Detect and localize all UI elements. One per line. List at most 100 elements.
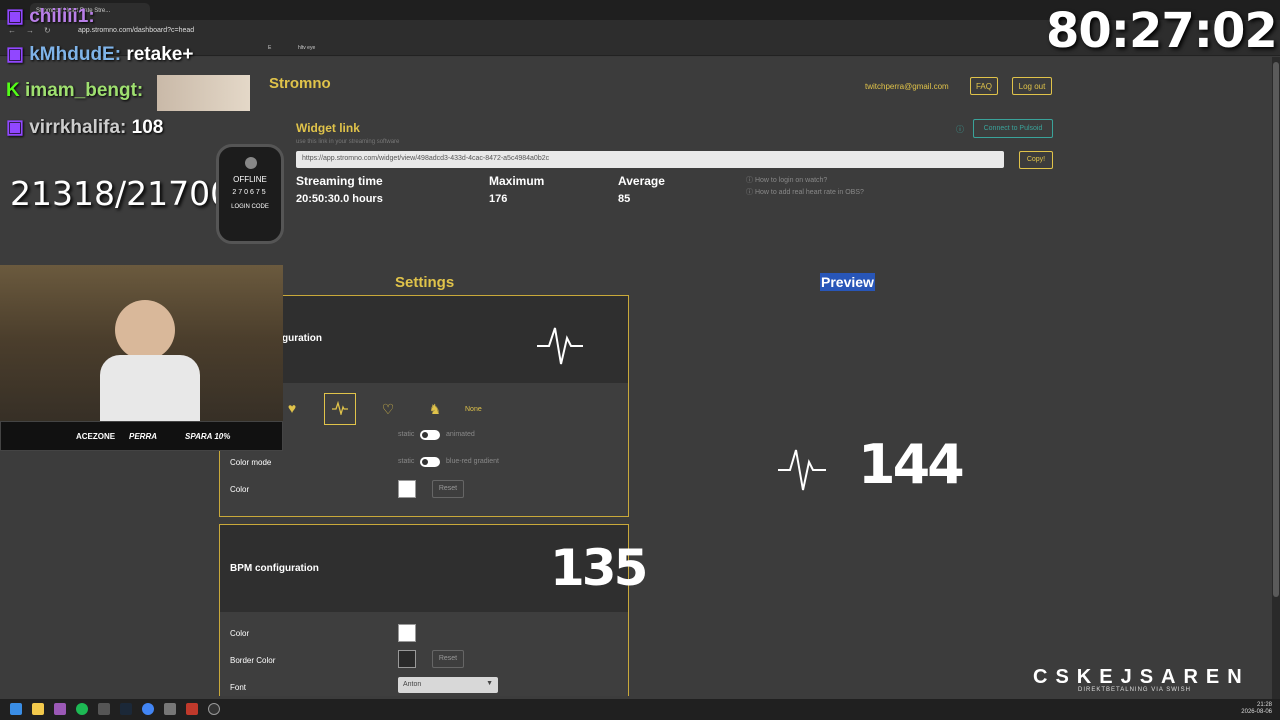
card-title: BPM configuration: [230, 563, 319, 574]
color-mode-label: Color mode: [230, 458, 272, 467]
kick-icon: K: [6, 80, 20, 101]
watch-widget: OFFLINE 270675 LOGIN CODE: [216, 144, 284, 244]
preview-heading: Preview: [820, 273, 875, 291]
streamer-name: PERRA: [129, 432, 158, 441]
watch-status: OFFLINE: [233, 175, 267, 184]
chat-text: 108: [131, 117, 164, 138]
border-color-label: Border Color: [230, 656, 276, 665]
toggle-left-label: static: [398, 458, 415, 465]
animation-toggle[interactable]: [420, 430, 440, 440]
bpm-sample-number: 135: [550, 539, 648, 597]
color-label: Color: [230, 629, 250, 638]
bookmark-item[interactable]: E: [268, 45, 271, 51]
windows-start-icon[interactable]: [10, 703, 22, 715]
average-value: 85: [618, 193, 631, 205]
preview-bpm: 144: [858, 433, 965, 496]
webcam-sponsor-bar: ACEZONE PERRA SPARA 10%: [0, 421, 283, 451]
color-mode-toggle[interactable]: [420, 457, 440, 467]
sponsor-subtitle: DIREKTBETALNING VIA SWISH: [1078, 687, 1191, 693]
chrome-icon[interactable]: [142, 703, 154, 715]
steam-icon[interactable]: [120, 703, 132, 715]
widget-link-subtitle: use this link in your streaming software: [296, 139, 400, 145]
color-swatch[interactable]: [398, 624, 416, 642]
streamer-body: [100, 355, 200, 425]
chat-image: [157, 75, 250, 111]
help-link-obs[interactable]: ⓘ How to add real heart rate in OBS?: [746, 187, 864, 197]
reset-button[interactable]: Reset: [432, 650, 464, 668]
maximum-value: 176: [489, 193, 508, 205]
preview-pulse-icon: [778, 449, 826, 491]
watch-label: LOGIN CODE: [231, 204, 269, 210]
chat-username: chiliii1:: [29, 6, 95, 27]
streaming-time-value: 20:50:30.0 hours: [296, 193, 383, 205]
chat-message: ▣ chiliii1:: [6, 5, 95, 28]
maximum-label: Maximum: [489, 174, 545, 188]
spotify-icon[interactable]: [76, 703, 88, 715]
average-label: Average: [618, 174, 665, 188]
chat-text: retake+: [126, 44, 194, 65]
color-swatch[interactable]: [398, 480, 416, 498]
toggle-right-label: animated: [446, 431, 475, 438]
medal-icon[interactable]: ♞: [425, 401, 445, 418]
font-select-value: Anton: [403, 681, 422, 688]
app-icon[interactable]: [164, 703, 176, 715]
tooth-icon[interactable]: ♥: [282, 400, 302, 416]
scrollbar[interactable]: [1272, 57, 1280, 699]
pulse-preview-icon: [537, 327, 583, 365]
watch-crown-icon: [245, 157, 257, 169]
connect-pulsoid-button[interactable]: Connect to Pulsoid: [973, 119, 1053, 138]
help-link-watch[interactable]: ⓘ How to login on watch?: [746, 175, 827, 185]
chat-username: virrkhalifa:: [29, 117, 127, 138]
system-clock: 21:28 2026-08-06: [1241, 702, 1272, 716]
bpm-config-card: BPM configuration 135 Color Border Color…: [219, 524, 648, 696]
clock-time: 21:28: [1256, 702, 1272, 708]
color-label: Color: [230, 485, 250, 494]
streamer-face: [115, 300, 175, 360]
toggle-right-label: blue-red gradient: [446, 458, 499, 465]
obs-icon[interactable]: [208, 703, 220, 715]
user-email: twitchperra@gmail.com: [865, 82, 949, 91]
scrollbar-thumb[interactable]: [1273, 62, 1279, 597]
widget-url-field[interactable]: https://app.stromno.com/widget/view/498a…: [296, 151, 1004, 168]
goal-counter: 21318/21700: [10, 174, 232, 213]
address-bar[interactable]: app.stromno.com/dashboard?c=head: [78, 27, 194, 34]
file-explorer-icon[interactable]: [32, 703, 44, 715]
stream-timer: 80:27:02: [1046, 3, 1278, 59]
toggle-left-label: static: [398, 431, 415, 438]
discord-icon[interactable]: [54, 703, 66, 715]
heart-icon[interactable]: ♡: [378, 401, 398, 418]
app-icon[interactable]: [98, 703, 110, 715]
clock-date: 2026-08-06: [1241, 709, 1272, 715]
settings-heading: Settings: [395, 274, 455, 291]
chat-message: ▣ kMhdudE: retake+: [6, 43, 193, 66]
taskbar: 21:28 2026-08-06: [0, 699, 1280, 720]
sponsor-promo: SPARA 10%: [185, 432, 231, 441]
none-option[interactable]: None: [465, 406, 482, 413]
watch-code: 270675: [232, 189, 268, 196]
reset-button[interactable]: Reset: [432, 480, 464, 498]
chat-message: ▣ virrkhalifa: 108: [6, 116, 163, 139]
border-color-swatch[interactable]: [398, 650, 416, 668]
twitch-icon: ▣: [6, 117, 24, 138]
font-label: Font: [230, 683, 247, 692]
sponsor-logo: CSKEJSAREN: [1033, 666, 1250, 688]
logout-button[interactable]: Log out: [1012, 77, 1052, 95]
twitch-icon: ▣: [6, 6, 24, 27]
chat-username: kMhdudE:: [29, 44, 122, 65]
app-icon[interactable]: [186, 703, 198, 715]
brand-logo[interactable]: Stromno: [269, 75, 331, 92]
card-title: guration: [282, 333, 322, 344]
chat-message: K imam_bengt:: [6, 80, 143, 102]
font-select[interactable]: Anton ▼: [398, 677, 498, 693]
info-icon: ⓘ: [956, 125, 964, 134]
chevron-down-icon: ▼: [486, 680, 493, 687]
widget-link-title: Widget link: [296, 121, 360, 135]
streaming-time-label: Streaming time: [296, 174, 383, 188]
twitch-icon: ▣: [6, 44, 24, 65]
bookmark-item[interactable]: hltv eye: [298, 45, 315, 51]
sponsor-brand: ACEZONE: [76, 432, 116, 441]
pulse-icon[interactable]: [324, 393, 356, 425]
copy-button[interactable]: Copy!: [1019, 151, 1053, 169]
chat-username: imam_bengt:: [25, 80, 144, 101]
faq-button[interactable]: FAQ: [970, 77, 998, 95]
